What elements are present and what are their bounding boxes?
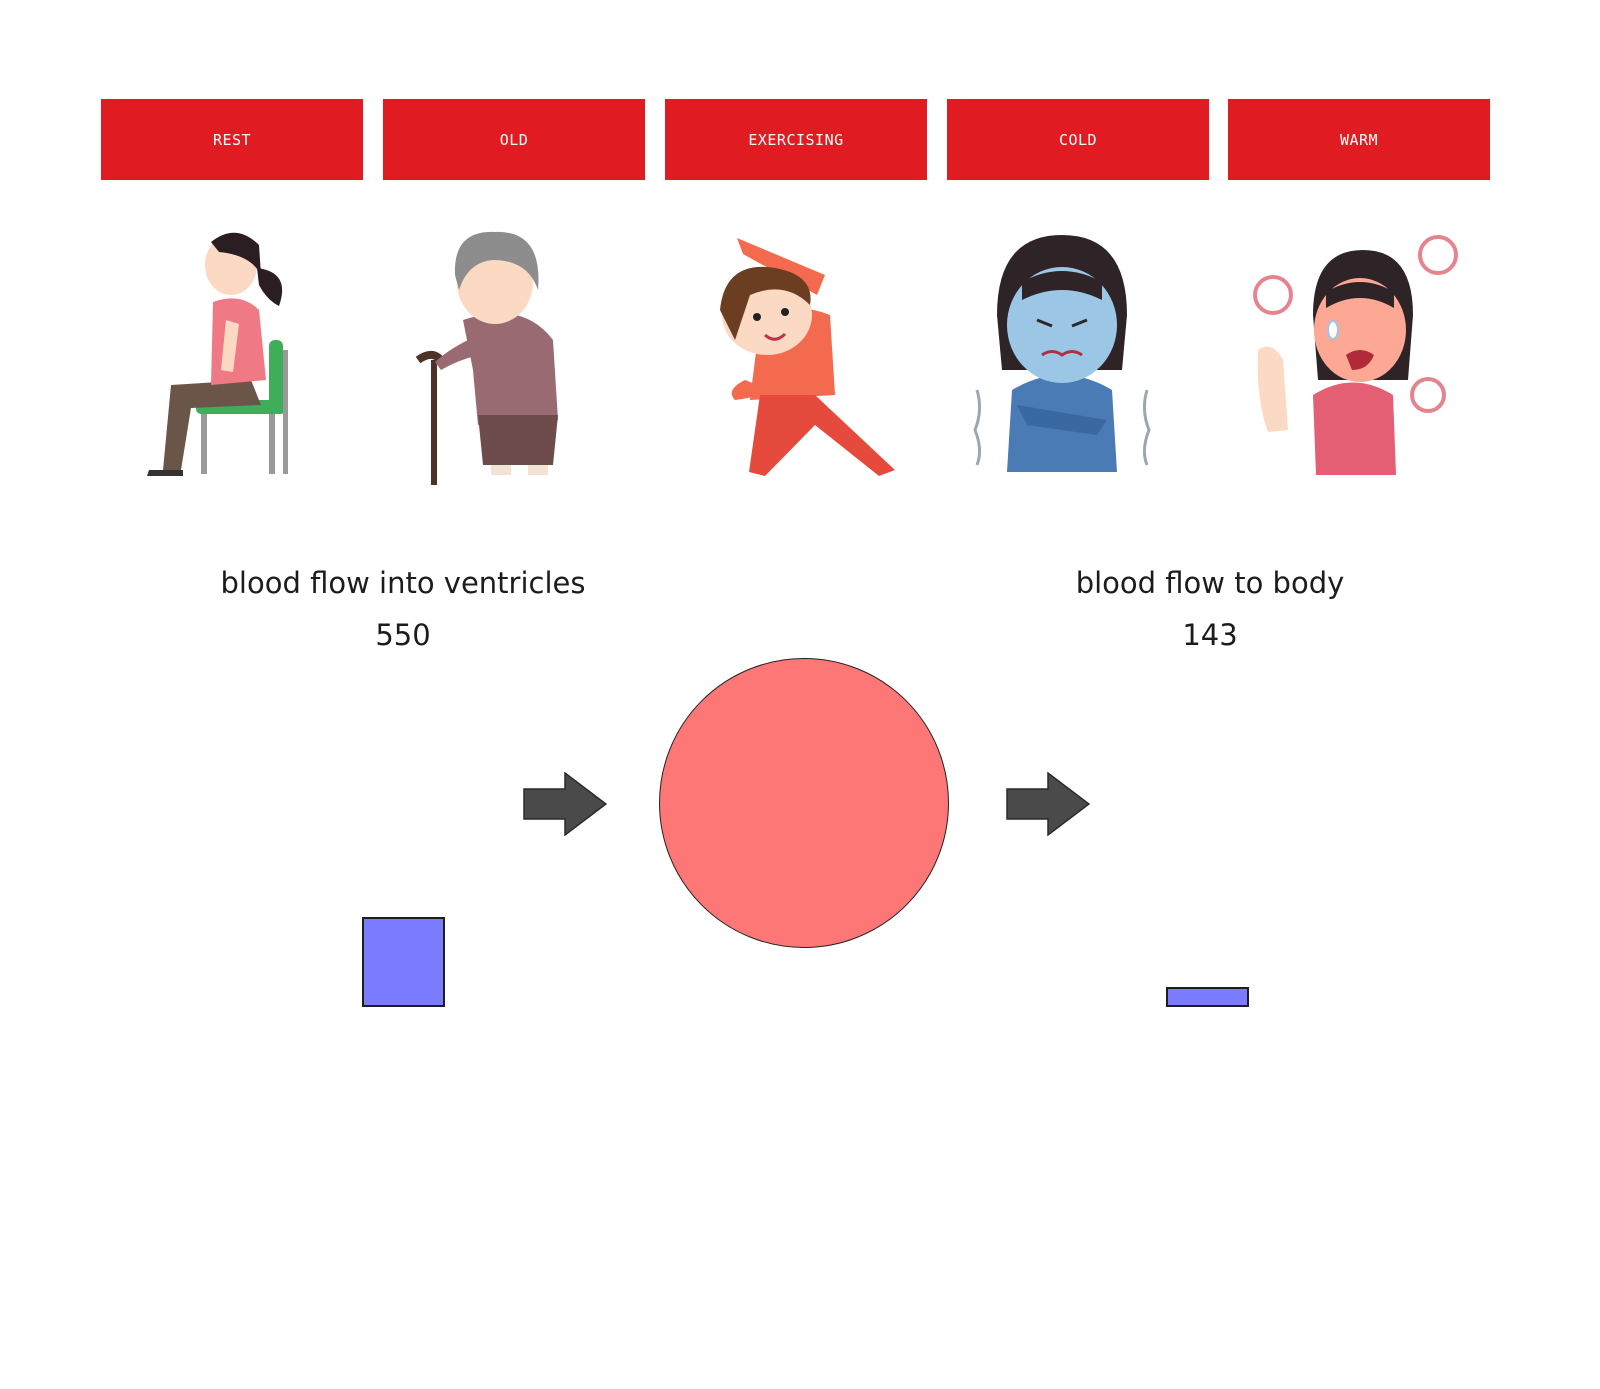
exercising-button[interactable]: EXERCISING: [665, 99, 927, 180]
rest-button[interactable]: REST: [101, 99, 363, 180]
heart-ventricle-circle: [659, 658, 949, 948]
inflow-value: 550: [375, 618, 431, 652]
sitting-woman-illustration: [147, 232, 288, 476]
elderly-woman-illustration: [415, 231, 558, 485]
inflow-label: blood flow into ventricles: [220, 566, 586, 600]
old-button[interactable]: OLD: [383, 99, 645, 180]
cold-button[interactable]: COLD: [947, 99, 1209, 180]
inflow-bar: [362, 917, 445, 1007]
exercising-girl-illustration: [720, 238, 895, 476]
outflow-value: 143: [1182, 618, 1238, 652]
outflow-bar: [1166, 987, 1249, 1007]
inflow-arrow-icon: [523, 772, 607, 836]
warm-button[interactable]: WARM: [1228, 99, 1490, 180]
outflow-arrow-icon: [1006, 772, 1090, 836]
cold-shivering-woman-illustration: [973, 235, 1151, 472]
hot-sweating-woman-illustration: [1253, 235, 1458, 475]
outflow-label: blood flow to body: [1075, 566, 1345, 600]
